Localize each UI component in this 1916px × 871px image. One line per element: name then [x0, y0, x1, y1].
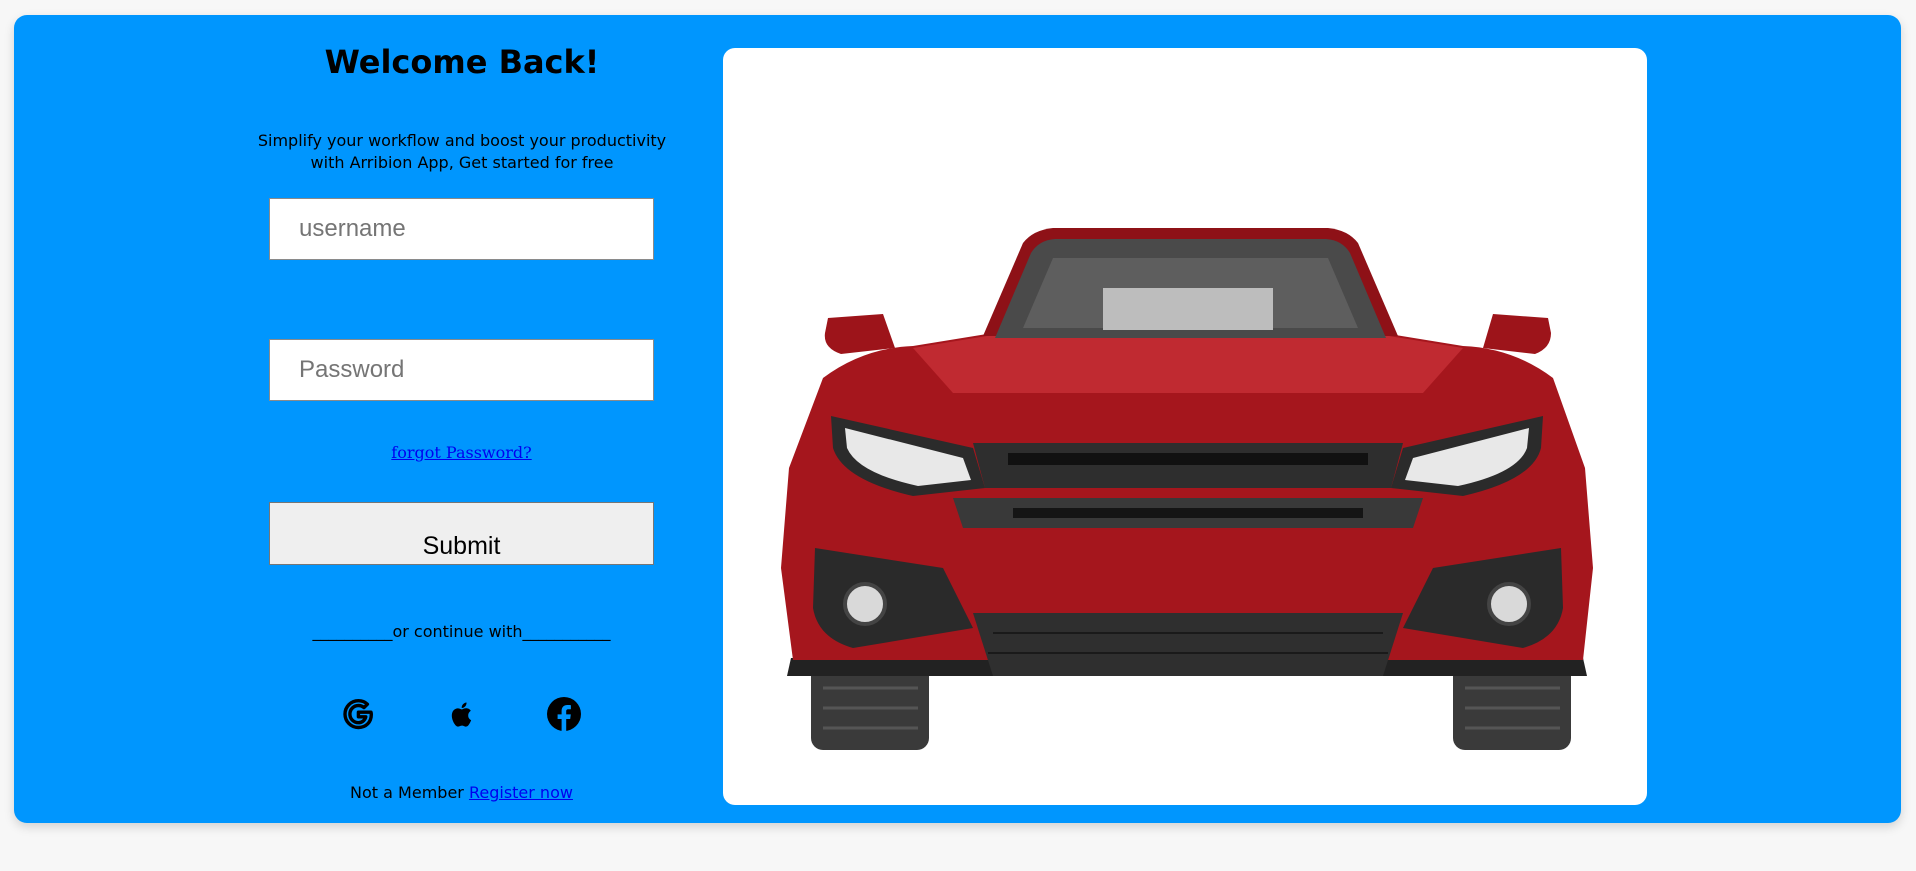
- register-link[interactable]: Register now: [469, 783, 573, 802]
- login-form-panel: Welcome Back! Simplify your workflow and…: [14, 15, 714, 823]
- red-car-image: [781, 228, 1593, 750]
- apple-icon: [451, 702, 472, 727]
- forgot-password-link[interactable]: forgot Password?: [269, 443, 654, 462]
- facebook-icon: [547, 697, 581, 731]
- submit-button[interactable]: Submit: [269, 502, 654, 565]
- register-prompt: Not a Member: [350, 783, 464, 802]
- username-input[interactable]: [269, 198, 654, 260]
- login-card: Welcome Back! Simplify your workflow and…: [14, 15, 1901, 823]
- password-input[interactable]: [269, 339, 654, 401]
- google-login-button[interactable]: [338, 694, 378, 734]
- facebook-login-button[interactable]: [544, 694, 584, 734]
- subtitle: Simplify your workflow and boost your pr…: [257, 131, 667, 172]
- apple-login-button[interactable]: [441, 694, 481, 734]
- continue-with-divider: __________or continue with___________: [312, 622, 611, 641]
- google-icon: [343, 699, 373, 730]
- register-row: Not a Member Register now: [269, 783, 654, 802]
- hero-image-panel: [723, 48, 1647, 805]
